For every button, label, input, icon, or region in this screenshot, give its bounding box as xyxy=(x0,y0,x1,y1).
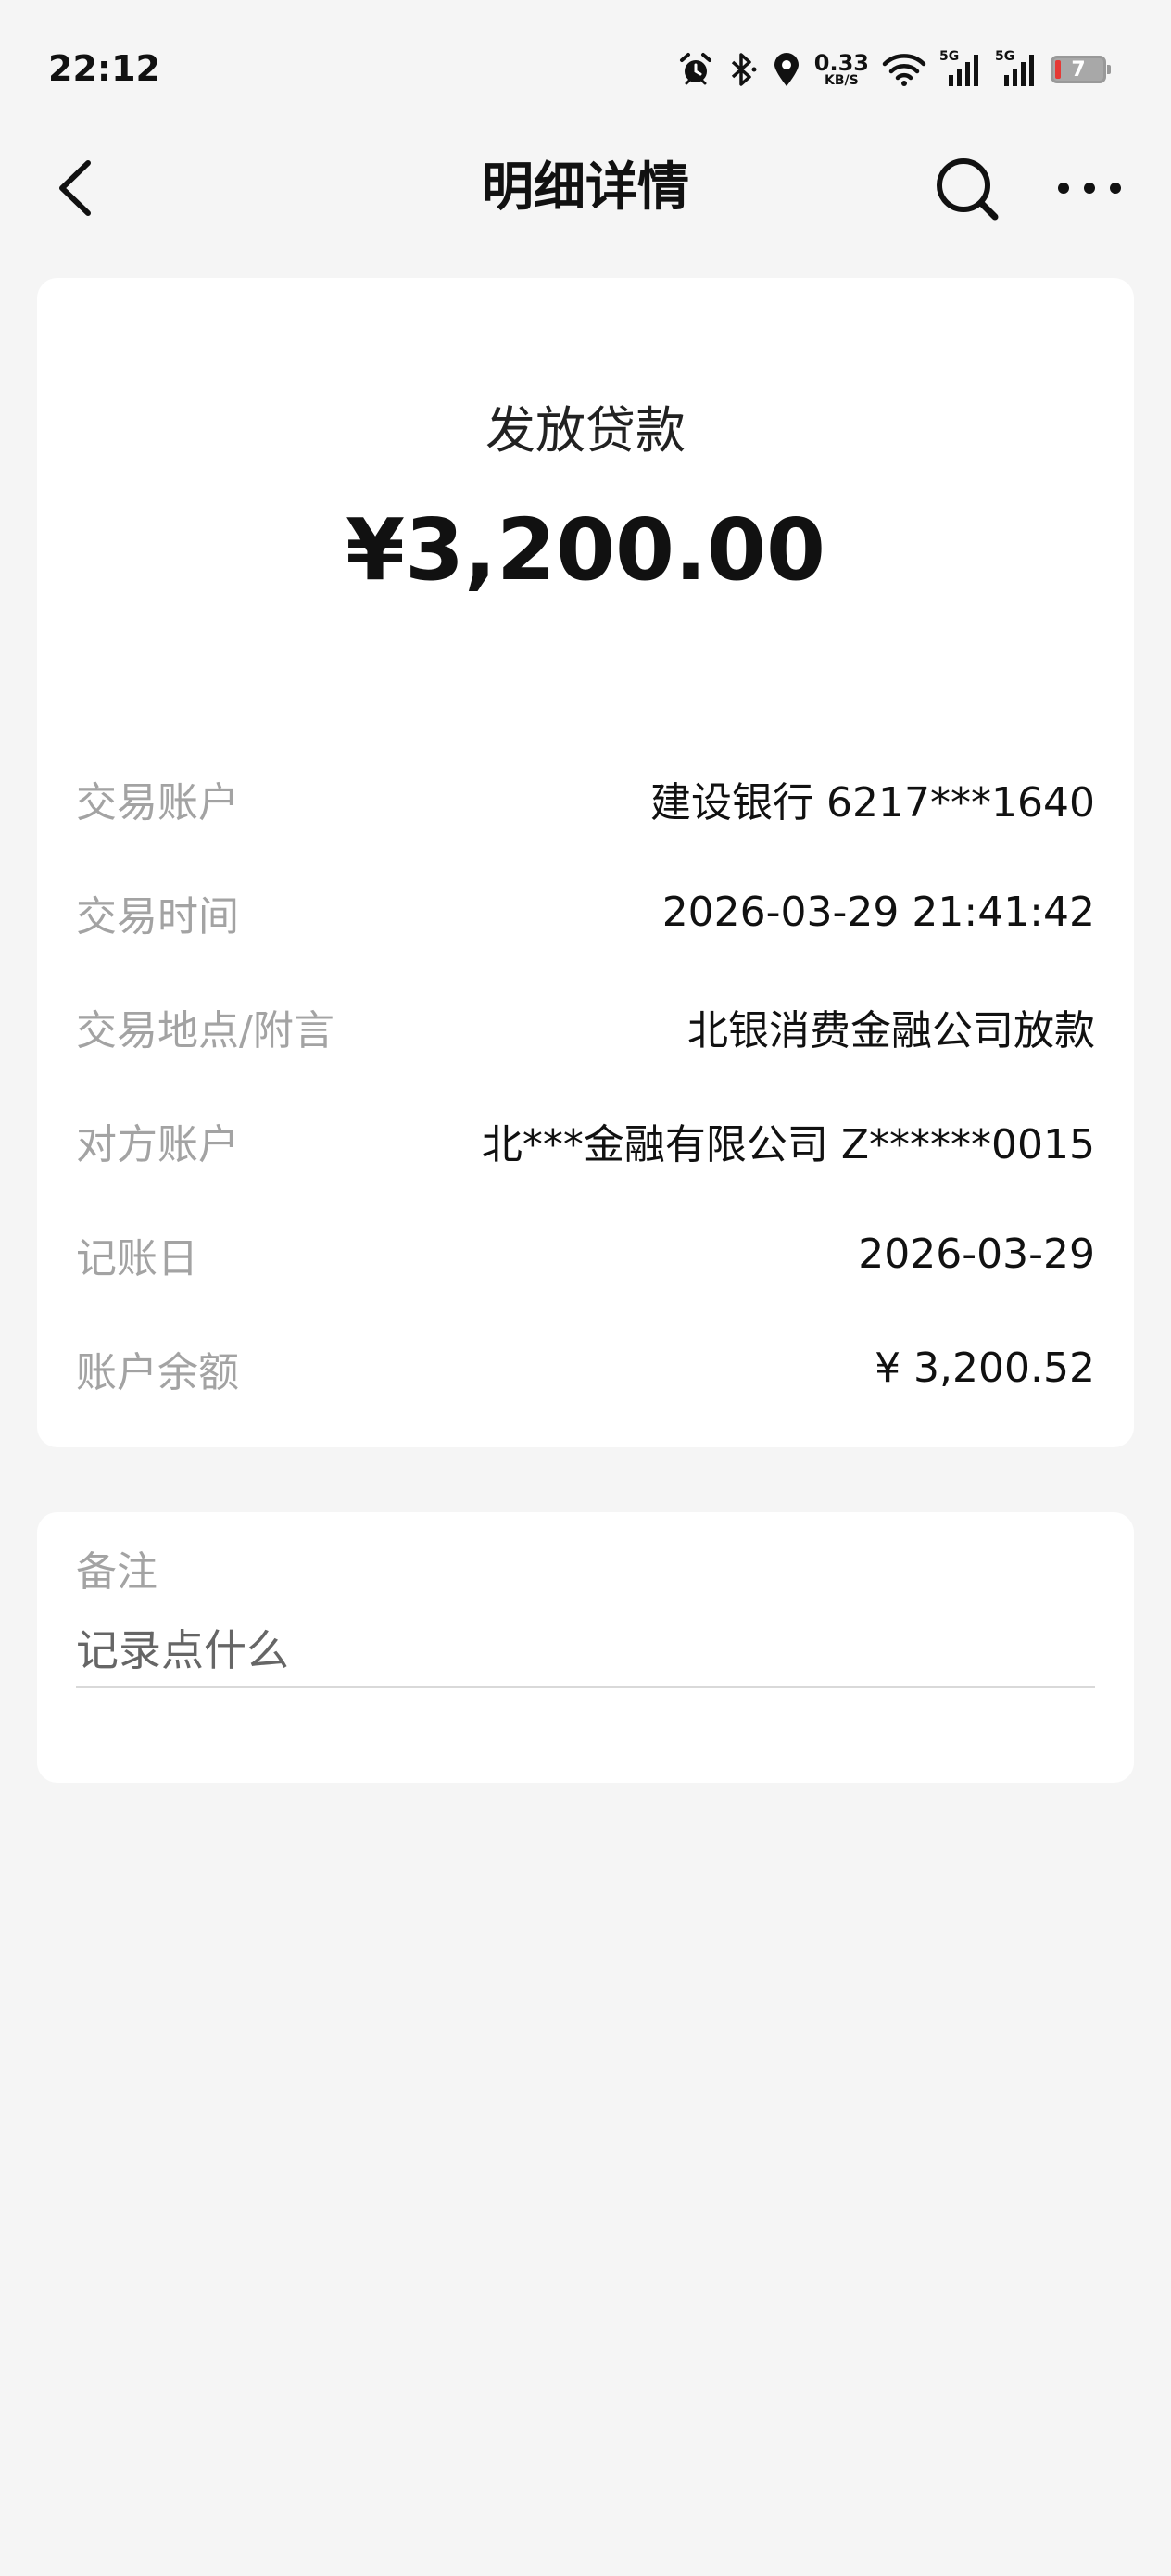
detail-label: 记账日 xyxy=(76,1234,198,1282)
status-time: 22:12 xyxy=(48,48,160,89)
detail-row-balance: 账户余额 ¥ 3,200.52 xyxy=(76,1311,1095,1425)
detail-row-counterparty: 对方账户 北***金融有限公司 Z******0015 xyxy=(76,1083,1095,1197)
detail-row-account: 交易账户 建设银行 6217***1640 xyxy=(76,741,1095,855)
detail-value: 2026-03-29 xyxy=(858,1231,1095,1278)
detail-list: 交易账户 建设银行 6217***1640 交易时间 2026-03-29 21… xyxy=(76,741,1095,1425)
detail-label: 交易账户 xyxy=(76,778,239,827)
note-card: 备注 xyxy=(37,1512,1134,1783)
detail-label: 对方账户 xyxy=(76,1120,239,1168)
detail-row-location: 交易地点/附言 北银消费金融公司放款 xyxy=(76,969,1095,1083)
detail-label: 账户余额 xyxy=(76,1348,239,1396)
wifi-icon xyxy=(882,54,926,86)
transaction-card: 发放贷款 ¥3,200.00 交易账户 建设银行 6217***1640 交易时… xyxy=(37,278,1134,1447)
signal-2: 5G xyxy=(995,49,1038,88)
net-speed: 0.33 KB/S xyxy=(814,52,869,87)
battery-icon: 7 xyxy=(1051,56,1111,83)
transaction-type: 发放贷款 xyxy=(485,401,686,460)
net-speed-value: 0.33 xyxy=(813,50,869,76)
location-icon xyxy=(774,53,799,86)
bluetooth-icon xyxy=(731,53,757,86)
detail-value: 北银消费金融公司放款 xyxy=(687,1006,1095,1054)
nav-bar: 明细详情 xyxy=(0,139,1171,241)
detail-label: 交易地点/附言 xyxy=(76,1006,334,1054)
signal-1: 5G xyxy=(939,49,982,88)
detail-value: 北***金融有限公司 Z******0015 xyxy=(481,1120,1095,1168)
detail-value: 2026-03-29 21:41:42 xyxy=(661,889,1095,936)
search-icon[interactable] xyxy=(932,154,1001,222)
note-label: 备注 xyxy=(76,1548,157,1596)
more-icon[interactable] xyxy=(1054,165,1125,211)
net-speed-unit: KB/S xyxy=(825,73,859,88)
alarm-icon xyxy=(679,53,711,85)
transaction-amount: ¥3,200.00 xyxy=(346,500,825,600)
detail-value: 建设银行 6217***1640 xyxy=(650,778,1095,827)
detail-value: ¥ 3,200.52 xyxy=(875,1345,1095,1392)
detail-row-posting-date: 记账日 2026-03-29 xyxy=(76,1197,1095,1311)
signal-icon xyxy=(1004,55,1034,86)
status-bar: 22:12 0.33 KB/S 5G 5G 7 xyxy=(0,0,1171,139)
status-icons: 0.33 KB/S 5G 5G 7 xyxy=(677,46,1111,93)
detail-row-time: 交易时间 2026-03-29 21:41:42 xyxy=(76,855,1095,969)
signal-icon xyxy=(949,55,978,86)
note-input[interactable] xyxy=(76,1614,1095,1688)
detail-label: 交易时间 xyxy=(76,892,239,941)
battery-level: 7 xyxy=(1071,57,1086,82)
